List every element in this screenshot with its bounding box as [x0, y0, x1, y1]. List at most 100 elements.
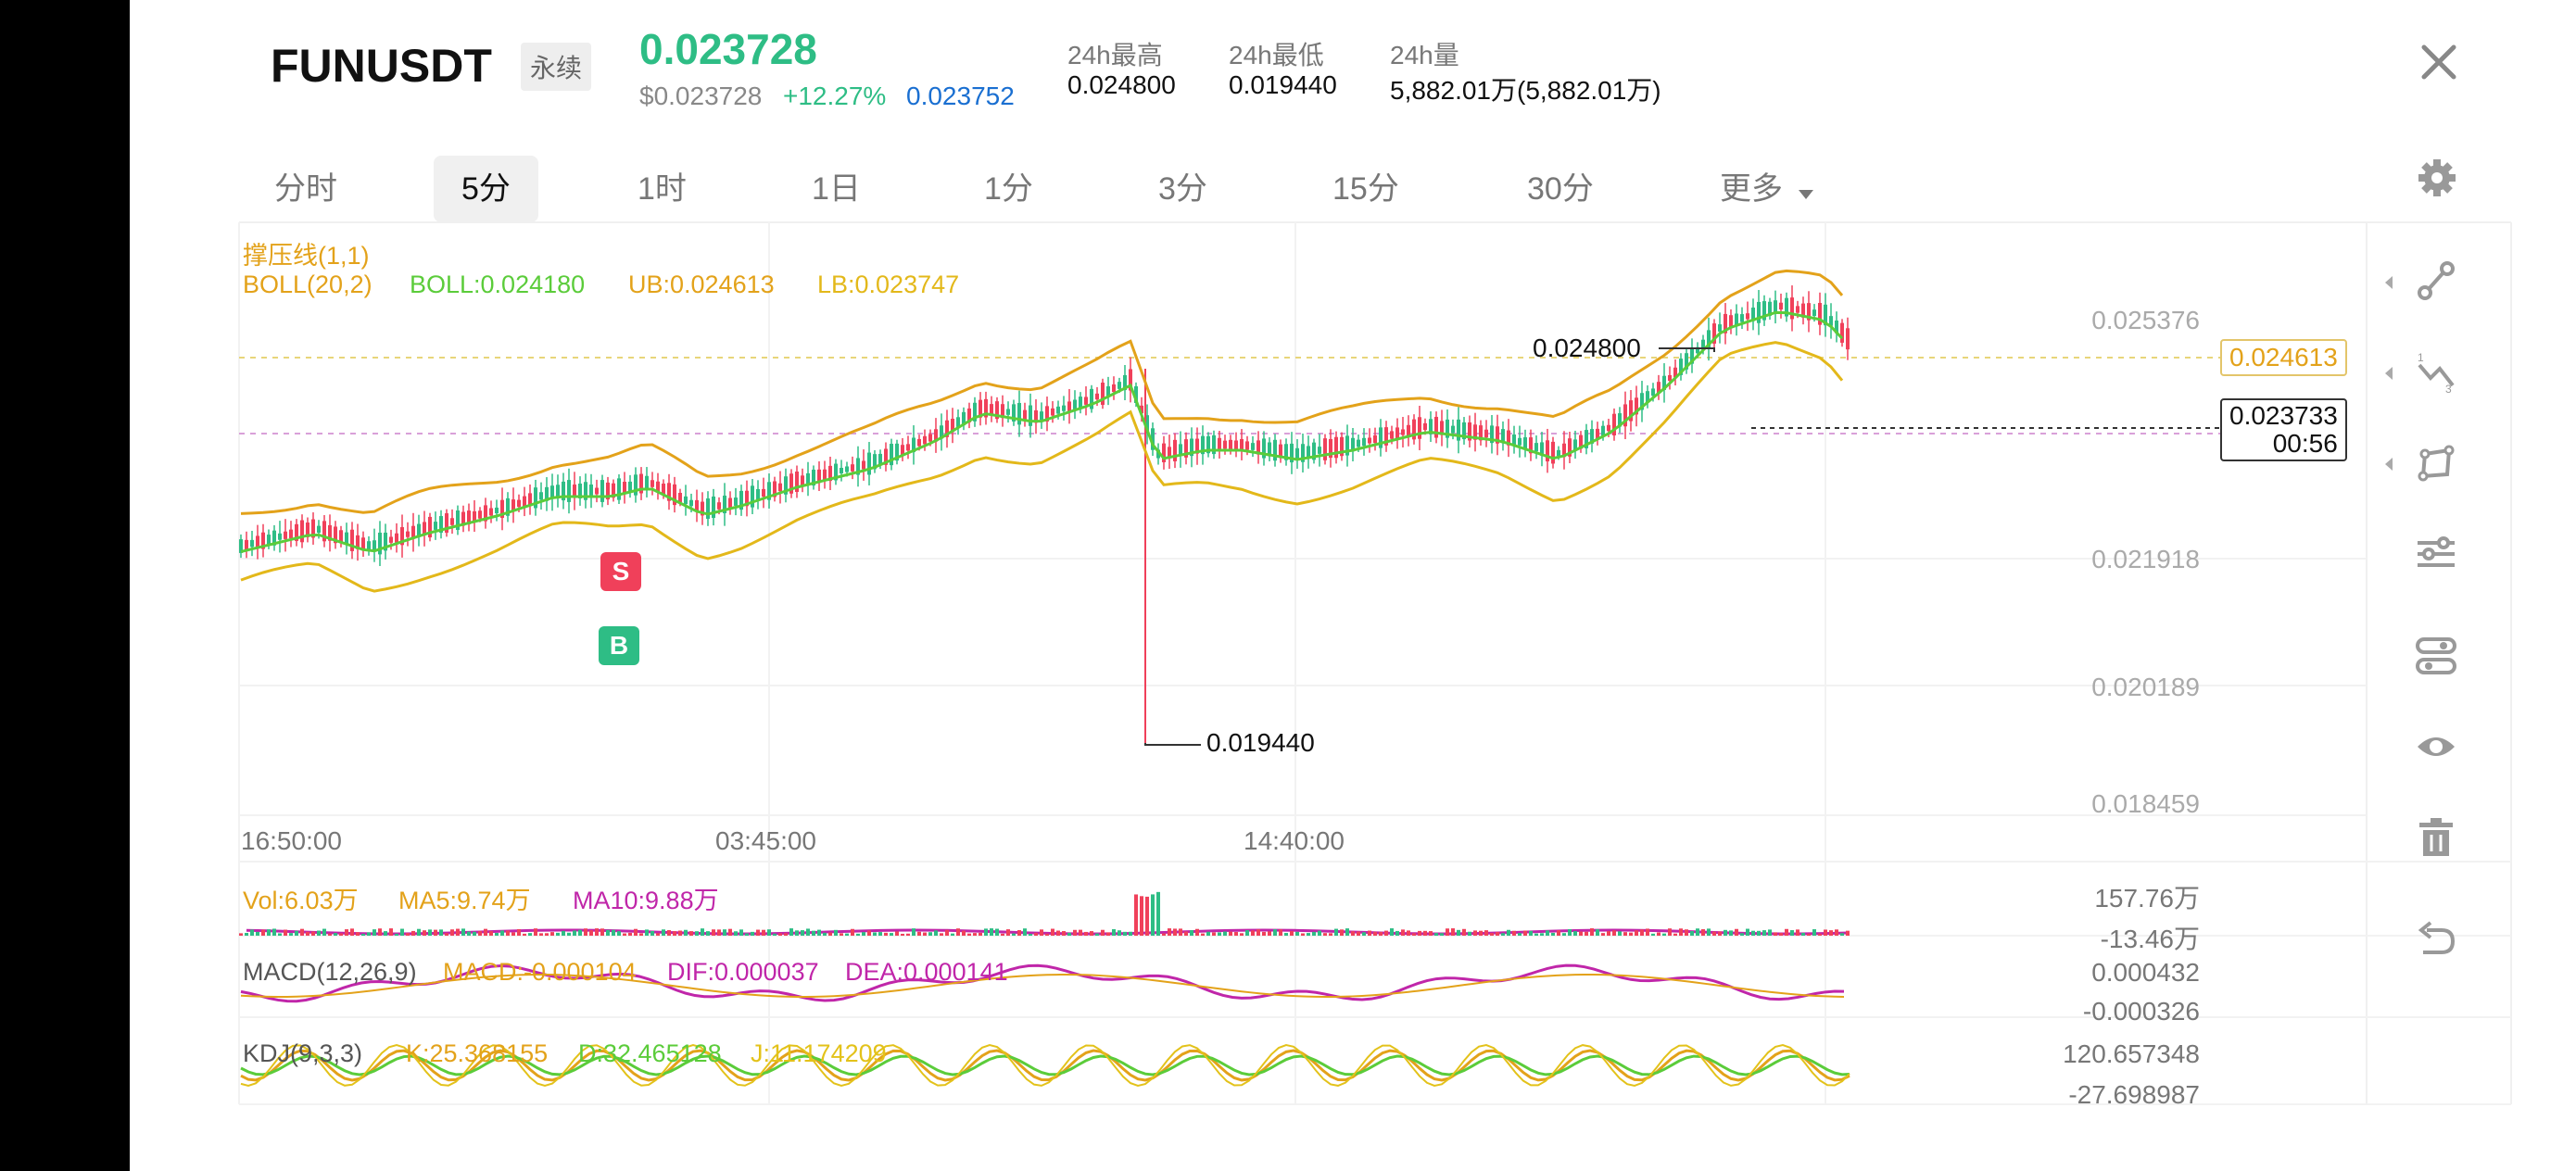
- volume-bar: [1735, 928, 1738, 936]
- volume-bar: [845, 933, 849, 936]
- chart-canvas[interactable]: [130, 213, 2576, 1171]
- volume-bar: [1635, 930, 1638, 936]
- volume-bar: [584, 928, 587, 936]
- usd-price: $0.023728: [639, 82, 763, 110]
- candle-body: [1418, 417, 1421, 439]
- fibonacci-icon[interactable]: 13: [2414, 350, 2462, 398]
- volume-bar: [523, 933, 526, 936]
- volume-bar: [634, 928, 638, 936]
- volume-bar: [667, 930, 671, 936]
- adjust-icon[interactable]: [2414, 532, 2462, 580]
- volume-bar: [762, 929, 765, 936]
- collapse-arrow-icon[interactable]: [2383, 365, 2394, 386]
- trendline-icon[interactable]: [2390, 259, 2462, 308]
- candle-body: [734, 497, 738, 506]
- volume-bar: [1040, 929, 1043, 936]
- volume-bar: [1629, 932, 1633, 936]
- volume-bar: [600, 928, 604, 936]
- low-price-label: 0.019440: [1206, 728, 1315, 757]
- candle-body: [600, 480, 604, 502]
- volume-bar: [311, 931, 315, 936]
- time-tick-1: 16:50:00: [241, 826, 342, 855]
- volume-bar: [628, 932, 632, 936]
- volume-bar: [1201, 933, 1205, 936]
- volume-bar: [272, 928, 276, 936]
- volume-bar: [1807, 933, 1811, 936]
- volume-bar: [300, 928, 304, 936]
- candle-body: [517, 499, 521, 508]
- candle-body: [1051, 408, 1054, 416]
- volume-bar: [339, 933, 343, 936]
- candle-body: [450, 518, 454, 525]
- candle-body: [556, 485, 560, 497]
- candle-body: [712, 496, 715, 519]
- volume-bar: [1551, 932, 1555, 936]
- buy-marker[interactable]: B: [599, 626, 639, 665]
- kdj-d-legend: D:32.465128: [578, 1039, 722, 1067]
- candle-body: [250, 539, 254, 548]
- volume-bar: [1407, 930, 1410, 936]
- volume-bar: [678, 930, 682, 936]
- volume-bar: [1051, 928, 1054, 936]
- volume-bar: [1568, 928, 1572, 936]
- collapse-arrow-icon[interactable]: [2383, 274, 2394, 296]
- volume-bar: [967, 933, 971, 936]
- candle-body: [1095, 393, 1099, 400]
- volume-bar: [1618, 931, 1622, 936]
- volume-bar: [801, 930, 804, 936]
- gear-icon[interactable]: [2417, 157, 2457, 203]
- volume-bar: [1585, 931, 1588, 936]
- volume-bar: [878, 932, 882, 936]
- undo-icon[interactable]: [2414, 917, 2462, 965]
- volume-bar: [367, 932, 371, 936]
- candle-body: [478, 510, 482, 519]
- volume-bar: [556, 932, 560, 936]
- settings-slider-icon[interactable]: [2414, 634, 2462, 682]
- volume-bar: [1774, 932, 1777, 936]
- volume-bar: [1529, 930, 1533, 936]
- volume-bar: [1824, 929, 1827, 936]
- time-tick-3: 14:40:00: [1244, 826, 1345, 855]
- volume-bar: [1162, 933, 1166, 936]
- volume-bar: [334, 933, 337, 936]
- current-price-value: 0.023733: [2229, 401, 2338, 430]
- volume-bar: [1534, 933, 1538, 936]
- volume-bar: [1673, 933, 1677, 936]
- volume-bar: [1034, 932, 1038, 936]
- volume-bar: [1329, 933, 1332, 936]
- macd-axis-max: 0.000432: [2091, 958, 2200, 987]
- volume-bar: [1779, 933, 1783, 936]
- volume-bar: [1112, 928, 1116, 936]
- sell-marker[interactable]: S: [600, 552, 641, 591]
- volume-bar: [1056, 930, 1060, 936]
- volume-bar: [1468, 931, 1471, 936]
- volume-bar: [1090, 931, 1093, 936]
- eye-icon[interactable]: [2414, 724, 2462, 773]
- volume-bar: [906, 933, 910, 936]
- volume-bar: [1729, 930, 1733, 936]
- volume-bar: [728, 928, 732, 936]
- volume-bar: [356, 932, 360, 936]
- candle-body: [706, 498, 710, 519]
- ma10-legend: MA10:9.88万: [573, 887, 719, 914]
- close-icon[interactable]: [2418, 39, 2459, 94]
- volume-bar: [789, 928, 793, 936]
- shape-icon[interactable]: [2414, 441, 2462, 489]
- candle-body: [317, 525, 321, 534]
- volume-bar: [723, 929, 726, 936]
- collapse-arrow-icon[interactable]: [2383, 456, 2394, 477]
- volume-bar: [511, 932, 515, 936]
- volume-bar: [445, 933, 448, 936]
- candle-body: [1534, 443, 1538, 452]
- ub-price-tag: 0.024613: [2220, 339, 2347, 376]
- volume-bar: [1518, 933, 1522, 936]
- volume-bar: [1279, 929, 1282, 936]
- volume-bar: [1573, 931, 1577, 936]
- volume-bar: [1451, 928, 1455, 936]
- volume-bar: [450, 929, 454, 936]
- volume-bar: [1240, 933, 1244, 936]
- candle-body: [1368, 437, 1371, 444]
- contract-badge: 永续: [521, 43, 592, 91]
- trash-icon[interactable]: [2414, 815, 2462, 863]
- volume-bar: [1596, 929, 1599, 936]
